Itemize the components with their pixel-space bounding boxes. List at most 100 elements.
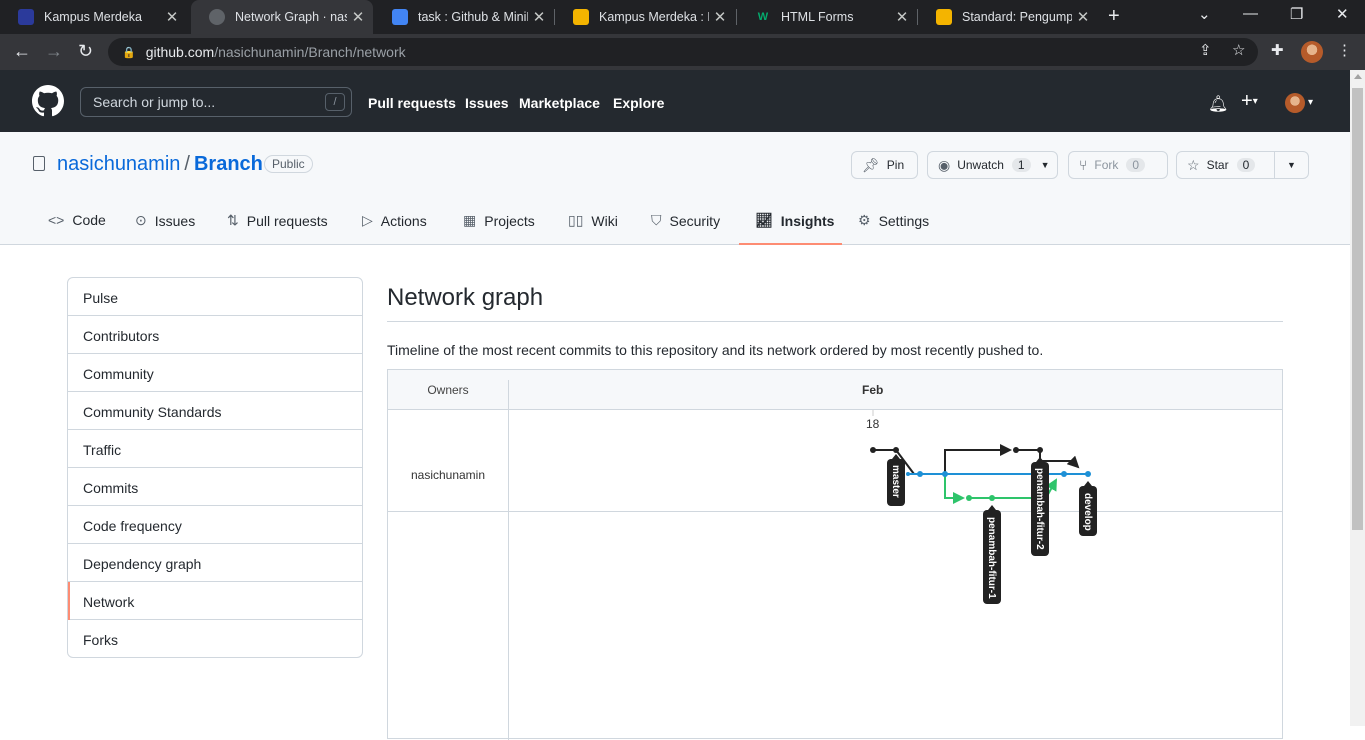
new-tab-button[interactable]: + bbox=[1108, 5, 1120, 28]
browser-tab[interactable]: Standard: Pengumpul ✕ bbox=[918, 0, 1098, 34]
watch-label: Unwatch bbox=[957, 158, 1004, 172]
vertical-scrollbar[interactable] bbox=[1350, 70, 1365, 726]
close-icon[interactable]: ✕ bbox=[528, 8, 550, 26]
minimize-button[interactable]: — bbox=[1243, 5, 1258, 22]
commit-dot[interactable] bbox=[1013, 447, 1019, 453]
chevron-down-icon[interactable]: ▾ bbox=[1308, 97, 1313, 108]
tab-settings[interactable]: ⚙ Settings bbox=[858, 212, 929, 229]
commit-dot[interactable] bbox=[917, 471, 923, 477]
watch-count: 1 bbox=[1011, 158, 1031, 172]
browser-tab[interactable]: Kampus Merdeka : HT ✕ bbox=[555, 0, 735, 34]
repo-name-link[interactable]: Branch bbox=[194, 153, 263, 175]
tab-code[interactable]: <> Code bbox=[48, 212, 106, 228]
close-icon[interactable]: ✕ bbox=[709, 8, 731, 26]
scroll-up-icon[interactable] bbox=[1354, 74, 1362, 79]
browser-tab[interactable]: Kampus Merdeka ✕ bbox=[0, 0, 187, 34]
menu-item-community[interactable]: Community bbox=[68, 354, 362, 392]
bell-icon[interactable]: 🔔︎ bbox=[1208, 94, 1228, 114]
menu-item-forks[interactable]: Forks bbox=[68, 620, 362, 657]
tab-projects[interactable]: ▦ Projects bbox=[463, 212, 535, 229]
browser-tab-active[interactable]: Network Graph · nasic ✕ bbox=[191, 0, 373, 34]
star-label: Star bbox=[1206, 158, 1229, 172]
tab-security[interactable]: ⛉ Security bbox=[651, 212, 720, 229]
chevron-down-icon[interactable]: ⌄ bbox=[1198, 5, 1211, 23]
branch-label-develop-text: develop bbox=[1082, 493, 1093, 531]
commit-dot[interactable] bbox=[942, 471, 948, 477]
reload-button[interactable]: ↻ bbox=[78, 41, 93, 62]
url-host: github.com bbox=[145, 44, 215, 60]
fitur1-branch-line bbox=[944, 474, 965, 504]
network-graph[interactable]: Owners Feb nasichunamin 18 master penamb… bbox=[387, 369, 1283, 740]
github-logo-icon[interactable] bbox=[32, 85, 64, 117]
nav-issues[interactable]: Issues bbox=[465, 95, 509, 111]
tab-insights[interactable]: 📈︎ Insights bbox=[755, 212, 834, 229]
fork-button[interactable]: ⑂ Fork 0 bbox=[1068, 151, 1168, 179]
user-avatar[interactable] bbox=[1285, 93, 1305, 113]
repo-header: nasichunamin / Branch Public 📌︎ Pin ◉ Unwatc… bbox=[0, 132, 1350, 245]
share-icon[interactable]: ⇪ bbox=[1199, 41, 1212, 59]
network-graph-canvas: master penambah-fitur-2 develop penambah… bbox=[870, 410, 1097, 604]
forward-button[interactable]: → bbox=[45, 41, 63, 62]
tab-label: Actions bbox=[380, 212, 427, 229]
extensions-icon[interactable]: ✚ bbox=[1271, 41, 1284, 59]
tab-pull-requests[interactable]: ⇅ Pull requests bbox=[227, 212, 328, 229]
branch-label-fitur2[interactable]: penambah-fitur-2 bbox=[1031, 457, 1049, 556]
commit-dot[interactable] bbox=[1037, 447, 1043, 453]
tab-issues[interactable]: ⊙ Issues bbox=[135, 212, 195, 229]
commit-dot[interactable] bbox=[870, 447, 876, 453]
nav-explore[interactable]: Explore bbox=[613, 95, 664, 111]
browser-tab[interactable]: task : Github & MiniPr ✕ bbox=[374, 0, 554, 34]
profile-avatar[interactable] bbox=[1301, 41, 1323, 63]
commit-dot[interactable] bbox=[906, 472, 910, 476]
menu-item-commits[interactable]: Commits bbox=[68, 468, 362, 506]
tab-actions[interactable]: ▷ Actions bbox=[362, 212, 427, 229]
scrollbar-thumb[interactable] bbox=[1352, 88, 1363, 530]
unwatch-button[interactable]: ◉ Unwatch 1 ▼ bbox=[927, 151, 1058, 179]
branch-label-fitur2-text: penambah-fitur-2 bbox=[1034, 468, 1045, 550]
insights-side-menu: Pulse Contributors Community Community S… bbox=[67, 277, 363, 658]
issue-icon: ⊙ bbox=[135, 212, 147, 228]
tab-wiki[interactable]: ▯▯ Wiki bbox=[568, 212, 618, 229]
commit-dot[interactable] bbox=[989, 495, 995, 501]
star-icon[interactable]: ☆ bbox=[1232, 41, 1245, 59]
restore-button[interactable]: ❐ bbox=[1290, 5, 1303, 23]
menu-icon[interactable]: ⋮ bbox=[1337, 41, 1352, 59]
tab-label: Wiki bbox=[591, 212, 618, 229]
repo-owner-link[interactable]: nasichunamin bbox=[57, 153, 180, 175]
plus-dropdown-icon[interactable]: +▾ bbox=[1241, 90, 1258, 113]
pin-icon: 📌︎ bbox=[862, 156, 880, 173]
url-field[interactable]: 🔒 github.com/nasichunamin/Branch/network bbox=[108, 38, 1258, 66]
commit-dot[interactable] bbox=[966, 495, 972, 501]
menu-item-code-frequency[interactable]: Code frequency bbox=[68, 506, 362, 544]
nav-pull-requests[interactable]: Pull requests bbox=[368, 95, 456, 111]
menu-item-traffic[interactable]: Traffic bbox=[68, 430, 362, 468]
menu-item-dependency-graph[interactable]: Dependency graph bbox=[68, 544, 362, 582]
browser-tab[interactable]: W HTML Forms ✕ bbox=[737, 0, 917, 34]
star-button[interactable]: ☆ Star 0 bbox=[1176, 151, 1275, 179]
commit-dot[interactable] bbox=[1061, 471, 1067, 477]
close-icon[interactable]: ✕ bbox=[347, 8, 369, 26]
book-icon: ▯▯ bbox=[568, 212, 584, 228]
tab-title: Kampus Merdeka bbox=[44, 10, 142, 24]
close-icon[interactable]: ✕ bbox=[1072, 8, 1094, 26]
fork-icon: ⑂ bbox=[1079, 157, 1088, 173]
nav-marketplace[interactable]: Marketplace bbox=[519, 95, 600, 111]
window-close-button[interactable]: ✕ bbox=[1336, 5, 1349, 23]
menu-item-pulse[interactable]: Pulse bbox=[68, 278, 362, 316]
menu-item-community-standards[interactable]: Community Standards bbox=[68, 392, 362, 430]
branch-label-fitur1[interactable]: penambah-fitur-1 bbox=[983, 505, 1001, 604]
close-icon[interactable]: ✕ bbox=[161, 8, 183, 26]
search-input[interactable]: Search or jump to... / bbox=[80, 87, 352, 117]
branch-label-master[interactable]: master bbox=[887, 454, 905, 506]
close-icon[interactable]: ✕ bbox=[891, 8, 913, 26]
star-dropdown-button[interactable]: ▼ bbox=[1274, 151, 1309, 179]
back-button[interactable]: ← bbox=[13, 41, 31, 62]
branch-label-develop[interactable]: develop bbox=[1079, 481, 1097, 536]
pin-button[interactable]: 📌︎ Pin bbox=[851, 151, 918, 179]
star-count: 0 bbox=[1236, 158, 1256, 172]
branch-label-fitur1-text: penambah-fitur-1 bbox=[986, 517, 997, 599]
menu-item-network[interactable]: Network bbox=[68, 582, 362, 620]
commit-dot[interactable] bbox=[1085, 471, 1091, 477]
commit-dot[interactable] bbox=[893, 447, 899, 453]
menu-item-contributors[interactable]: Contributors bbox=[68, 316, 362, 354]
